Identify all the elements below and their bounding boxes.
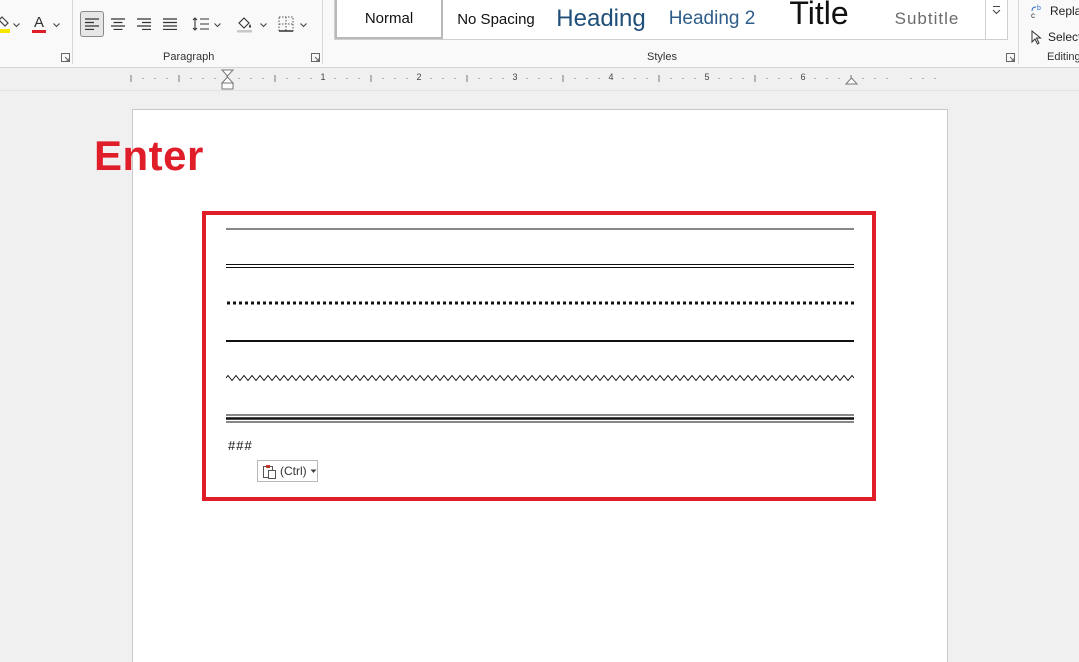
single-line-rule <box>226 228 854 230</box>
cursor-arrow-icon <box>1031 29 1042 45</box>
annotation-highlight-box <box>202 211 876 501</box>
shading-button[interactable] <box>232 11 268 37</box>
justify-icon <box>163 18 177 30</box>
double-line-rule <box>226 264 854 268</box>
align-right-button[interactable] <box>132 11 156 37</box>
ruler-number: 3 <box>512 72 518 82</box>
select-label: Select <box>1048 30 1079 44</box>
align-center-button[interactable] <box>106 11 130 37</box>
typed-text: ### <box>228 438 253 453</box>
ruler-number: 6 <box>800 72 806 82</box>
ribbon: A Paragraph Normal No Spacing Heading He… <box>0 0 1079 68</box>
wavy-line-rule <box>226 374 854 382</box>
styles-gallery: Normal No Spacing Heading Heading 2 Titl… <box>334 0 1008 40</box>
more-chevron-icon <box>992 5 1001 15</box>
line-spacing-button[interactable] <box>188 11 222 37</box>
style-heading[interactable]: Heading <box>549 0 653 39</box>
align-right-icon <box>137 18 151 30</box>
justify-button[interactable] <box>158 11 182 37</box>
thick-line-rule <box>226 340 854 342</box>
chevron-down-icon <box>214 23 221 28</box>
style-heading-2[interactable]: Heading 2 <box>655 0 769 39</box>
line-spacing-icon <box>192 17 209 31</box>
dialog-launcher-icon[interactable] <box>1006 53 1015 62</box>
chevron-down-icon <box>260 23 267 28</box>
editing-group-label: Editing <box>1047 51 1079 63</box>
align-center-icon <box>111 18 125 30</box>
style-title[interactable]: Title <box>771 0 867 37</box>
dialog-launcher-icon[interactable] <box>311 53 320 62</box>
left-indent-marker <box>221 82 234 90</box>
styles-group-label: Styles <box>647 51 677 63</box>
replace-icon: bc <box>1031 5 1041 19</box>
ruler-ticks <box>130 69 936 90</box>
group-separator <box>322 0 323 64</box>
svg-text:A: A <box>34 14 44 31</box>
chevron-down-icon <box>53 23 60 28</box>
paragraph-group-label: Paragraph <box>163 51 215 63</box>
styles-more-button[interactable] <box>985 0 1007 39</box>
hanging-indent-marker <box>220 76 235 84</box>
svg-text:c: c <box>1031 11 1035 19</box>
chevron-down-icon <box>300 23 307 28</box>
paste-options-label: (Ctrl) <box>280 464 307 478</box>
paste-options-button[interactable]: (Ctrl) <box>257 460 318 482</box>
highlight-color-button[interactable] <box>0 11 20 37</box>
right-indent-marker <box>844 77 859 85</box>
style-subtitle[interactable]: Subtitle <box>869 0 985 39</box>
font-color-icon: A <box>32 14 46 33</box>
clipboard-icon <box>263 464 276 479</box>
align-left-icon <box>85 18 99 30</box>
group-separator <box>1018 0 1019 64</box>
select-button[interactable]: Select <box>1030 28 1079 46</box>
first-line-indent-marker <box>220 69 235 77</box>
ruler-number: 1 <box>320 72 326 82</box>
svg-text:b: b <box>1037 5 1041 12</box>
replace-button[interactable]: bc Repla <box>1030 2 1079 20</box>
font-color-button[interactable]: A <box>26 11 64 37</box>
borders-icon <box>278 16 294 32</box>
style-no-spacing[interactable]: No Spacing <box>445 0 547 39</box>
ruler-number: 4 <box>608 72 614 82</box>
caret-down-icon <box>310 469 317 473</box>
triple-line-rule <box>226 414 854 423</box>
paint-bucket-icon <box>237 17 252 33</box>
ruler-number: 5 <box>704 72 710 82</box>
style-normal[interactable]: Normal <box>335 0 443 39</box>
horizontal-ruler[interactable]: 1 2 3 4 5 6 <box>0 69 1079 91</box>
replace-label: Repla <box>1050 4 1079 18</box>
align-left-button[interactable] <box>80 11 104 37</box>
ruler-number: 2 <box>416 72 422 82</box>
chevron-down-icon <box>13 23 20 28</box>
dotted-line-rule <box>227 301 854 305</box>
annotation-label: Enter <box>94 132 204 179</box>
borders-button[interactable] <box>274 11 310 37</box>
dialog-launcher-icon[interactable] <box>61 53 70 62</box>
group-separator <box>72 0 73 64</box>
